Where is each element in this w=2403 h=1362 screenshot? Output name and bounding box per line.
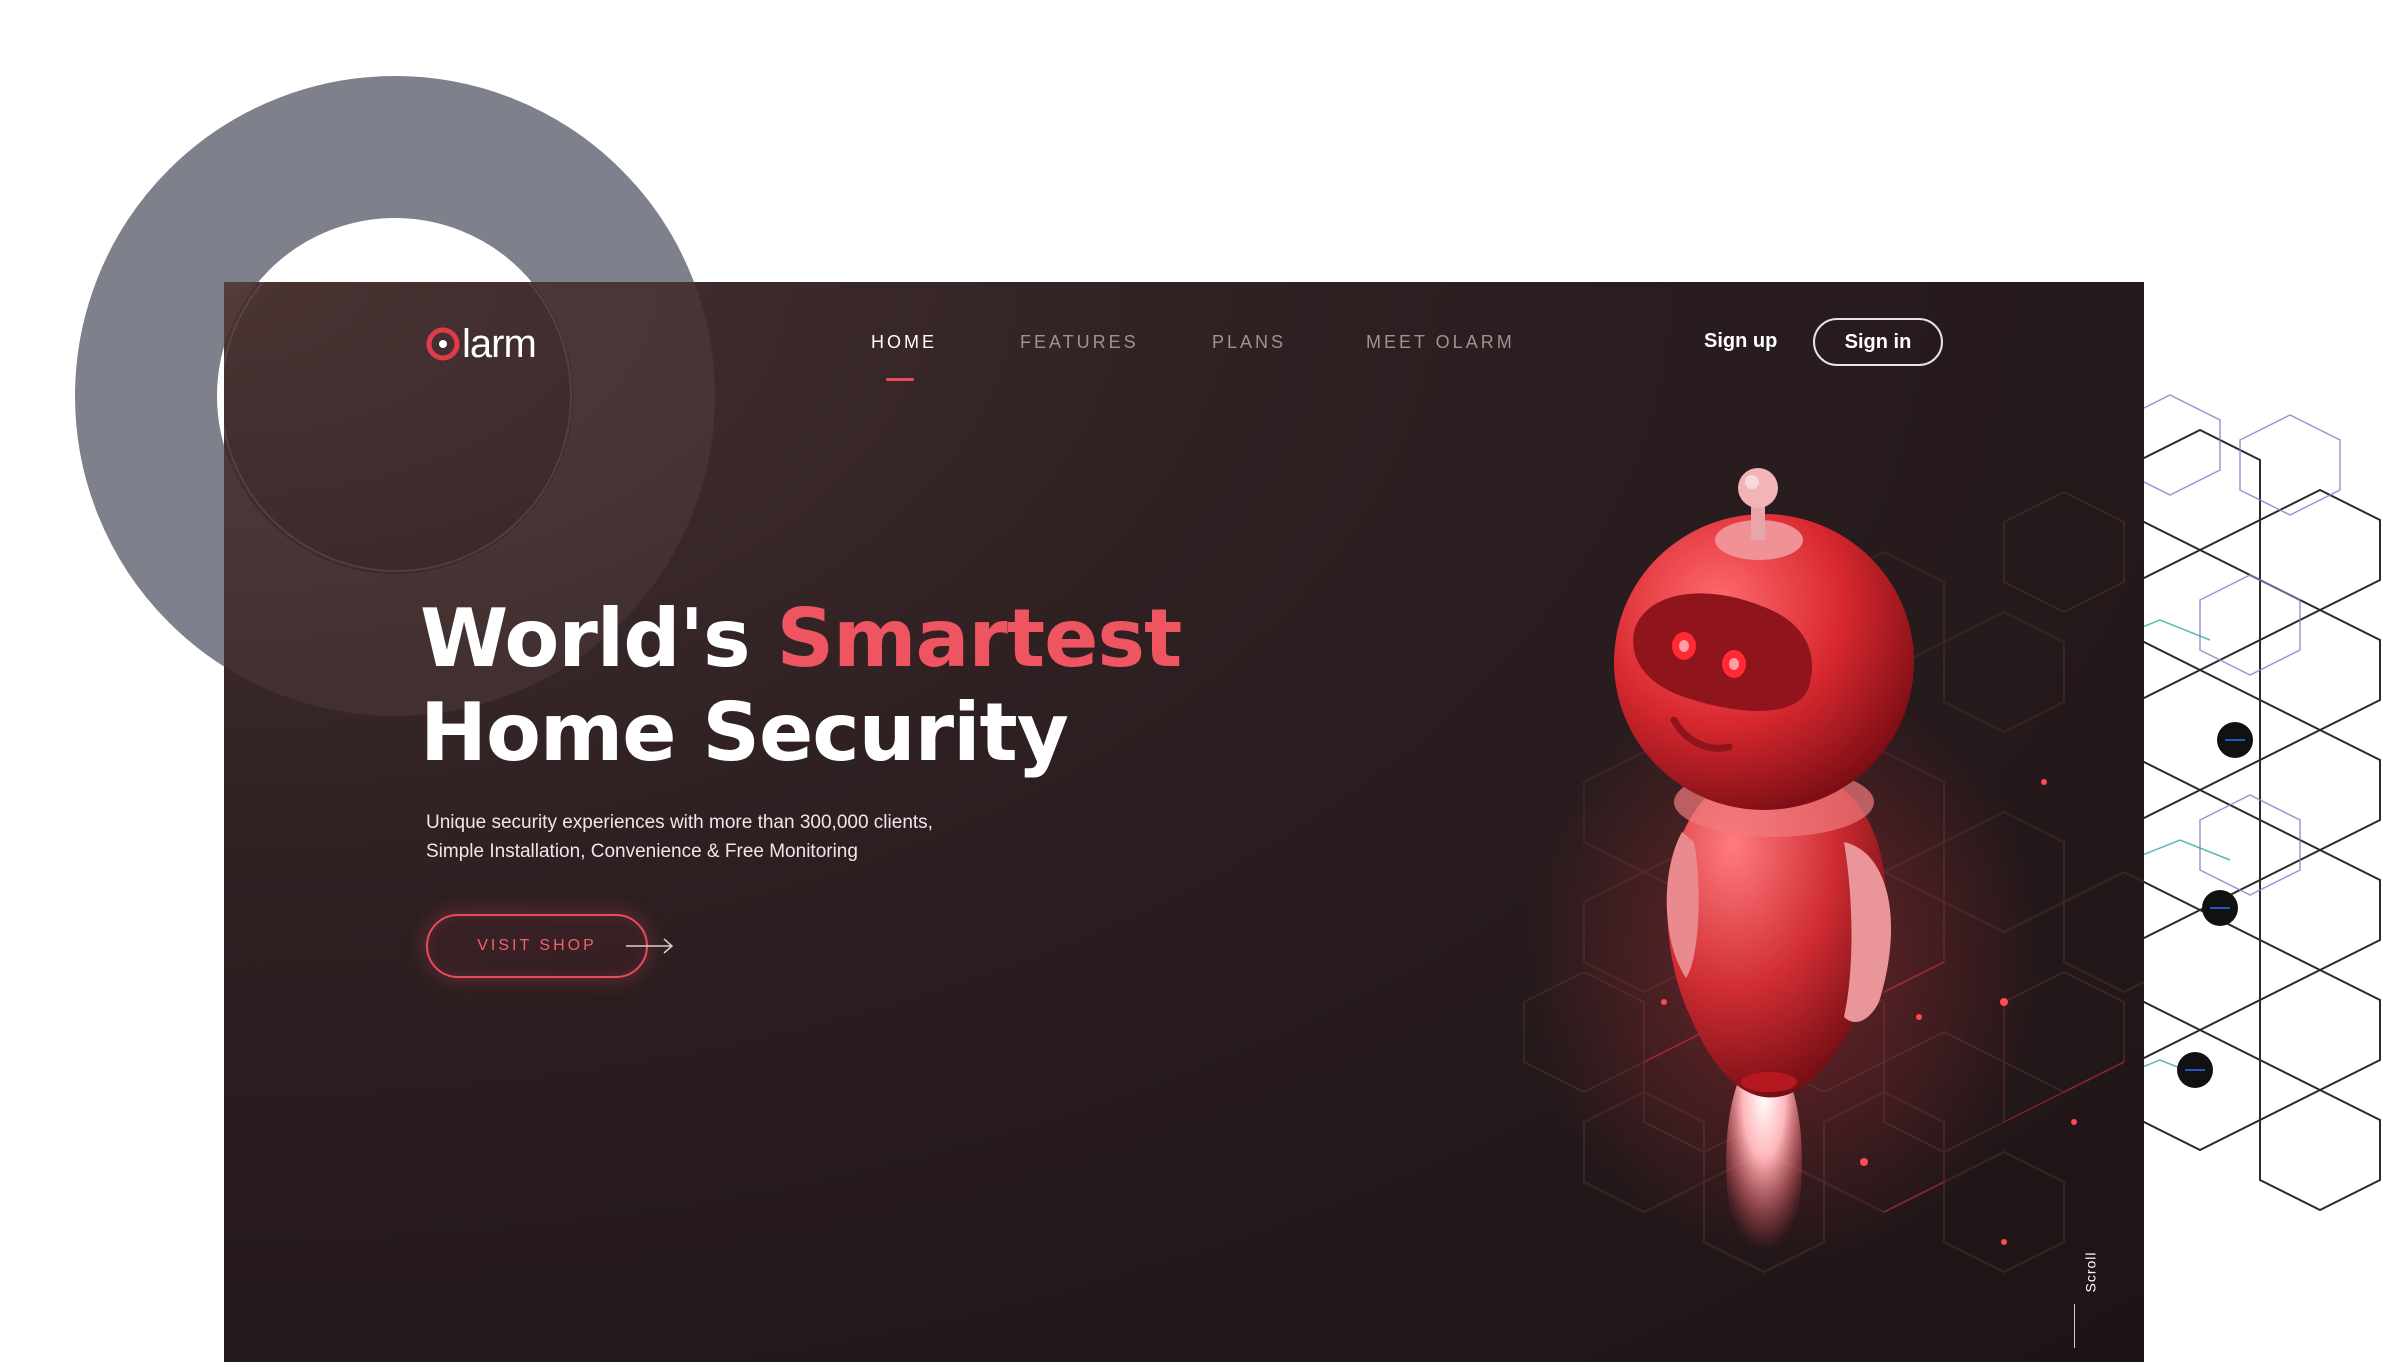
- hero-card: larm HOME FEATURES PLANS MEET OLARM Sign…: [224, 282, 2144, 1362]
- signin-button[interactable]: Sign in: [1813, 318, 1943, 366]
- scroll-indicator[interactable]: Scroll: [2070, 1242, 2100, 1352]
- nav-item-features[interactable]: FEATURES: [1020, 332, 1139, 353]
- hero-title-line2: Home Security: [420, 686, 1069, 779]
- hero-title: World's Smartest Home Security: [420, 592, 1182, 780]
- arrow-right-icon[interactable]: [624, 933, 676, 959]
- hero-title-smartest: Smartest: [776, 592, 1182, 685]
- hero-subtitle-line1: Unique security experiences with more th…: [426, 812, 933, 833]
- hero-title-world: World's: [420, 592, 751, 685]
- nav-item-meet-olarm[interactable]: MEET OLARM: [1366, 332, 1515, 353]
- page: larm HOME FEATURES PLANS MEET OLARM Sign…: [0, 0, 2403, 1362]
- signup-link[interactable]: Sign up: [1704, 330, 1777, 353]
- nav-item-home[interactable]: HOME: [871, 332, 937, 353]
- nav-item-plans[interactable]: PLANS: [1212, 332, 1286, 353]
- hero-subtitle: Unique security experiences with more th…: [426, 808, 1066, 866]
- robot-illustration: [1523, 468, 2144, 1274]
- hero-subtitle-line2: Simple Installation, Convenience & Free …: [426, 841, 858, 862]
- nav-active-indicator: [886, 378, 914, 381]
- decorative-hex-mesh: [2100, 394, 2381, 1212]
- scroll-label: Scroll: [2082, 1251, 2099, 1293]
- scroll-line: [2074, 1304, 2075, 1348]
- visit-shop-button[interactable]: VISIT SHOP: [426, 914, 648, 978]
